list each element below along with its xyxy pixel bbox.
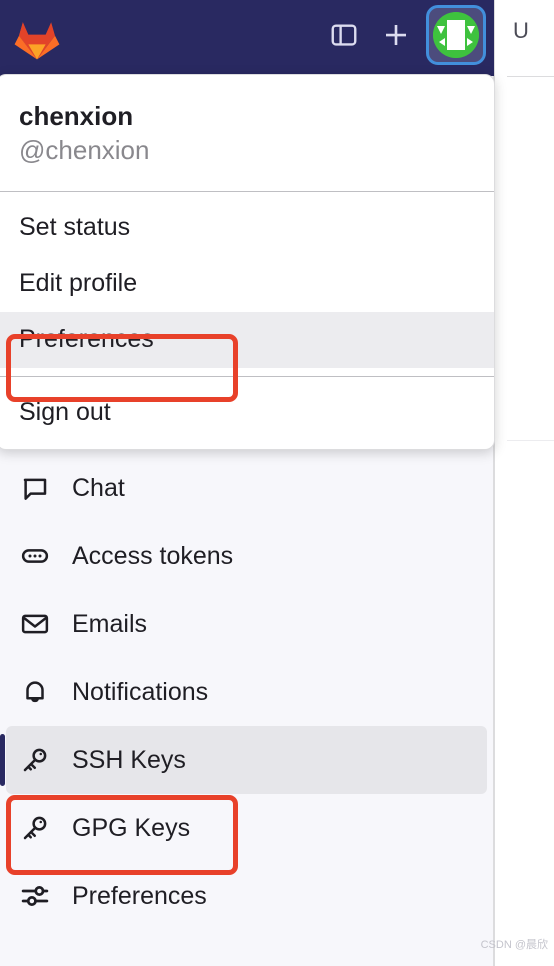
key-icon [18,743,52,777]
sidebar-item-notifications[interactable]: Notifications [0,658,493,726]
sidebar-item-ssh-keys[interactable]: SSH Keys [0,726,487,794]
plus-icon [386,25,406,45]
new-item-button[interactable] [374,13,418,57]
content-divider [507,76,554,77]
sidebar-item-label: Emails [72,609,148,638]
user-full-name: chenxion [19,101,134,131]
user-dropdown-menu: chenxion @chenxion Set status Edit profi… [0,74,495,450]
key-icon [18,811,52,845]
top-navbar [0,0,494,76]
page-title: U [513,18,529,43]
avatar [433,12,479,58]
sidebar-item-label: Preferences [72,881,207,910]
active-indicator [0,734,5,786]
sidebar-item-preferences[interactable]: Preferences [0,862,493,930]
sidebar-item-gpg-keys[interactable]: GPG Keys [0,794,493,862]
sidebar-item-label: Notifications [72,677,209,706]
sidebar-item-access-tokens[interactable]: Access tokens [0,522,493,590]
gitlab-logo-icon[interactable] [12,14,62,62]
preferences-icon [18,879,52,913]
bell-icon [18,675,52,709]
menu-item-edit-profile[interactable]: Edit profile [0,256,494,312]
dropdown-group-main: Set status Edit profile Preferences [0,192,494,376]
sidebar-item-label: Chat [72,473,125,502]
email-icon [18,607,52,641]
sidebar-toggle-button[interactable] [322,13,366,57]
user-menu-button[interactable] [426,5,486,65]
main-content-panel: U [494,0,554,966]
sidebar-item-emails[interactable]: Emails [0,590,493,658]
token-icon [18,539,52,573]
sidebar-item-label: GPG Keys [72,813,191,842]
sidebar-item-label: Access tokens [72,541,234,570]
chat-icon [18,471,52,505]
menu-item-preferences[interactable]: Preferences [0,311,494,368]
sidebar-item-chat[interactable]: Chat [0,454,493,522]
menu-item-sign-out[interactable]: Sign out [0,385,494,441]
sidebar-panel-icon [331,24,357,46]
dropdown-user-header: chenxion @chenxion [0,75,494,191]
sidebar-item-label: SSH Keys [72,745,186,774]
menu-item-set-status[interactable]: Set status [0,200,494,256]
navbar-actions [322,5,486,65]
user-handle: @chenxion [19,135,150,166]
watermark: CSDN @晨欣 [480,939,548,951]
dropdown-group-session: Sign out [0,377,494,449]
content-divider-secondary [507,440,554,441]
gitlab-app-window: U Chat Access tokens Emails Notification… [0,0,554,966]
